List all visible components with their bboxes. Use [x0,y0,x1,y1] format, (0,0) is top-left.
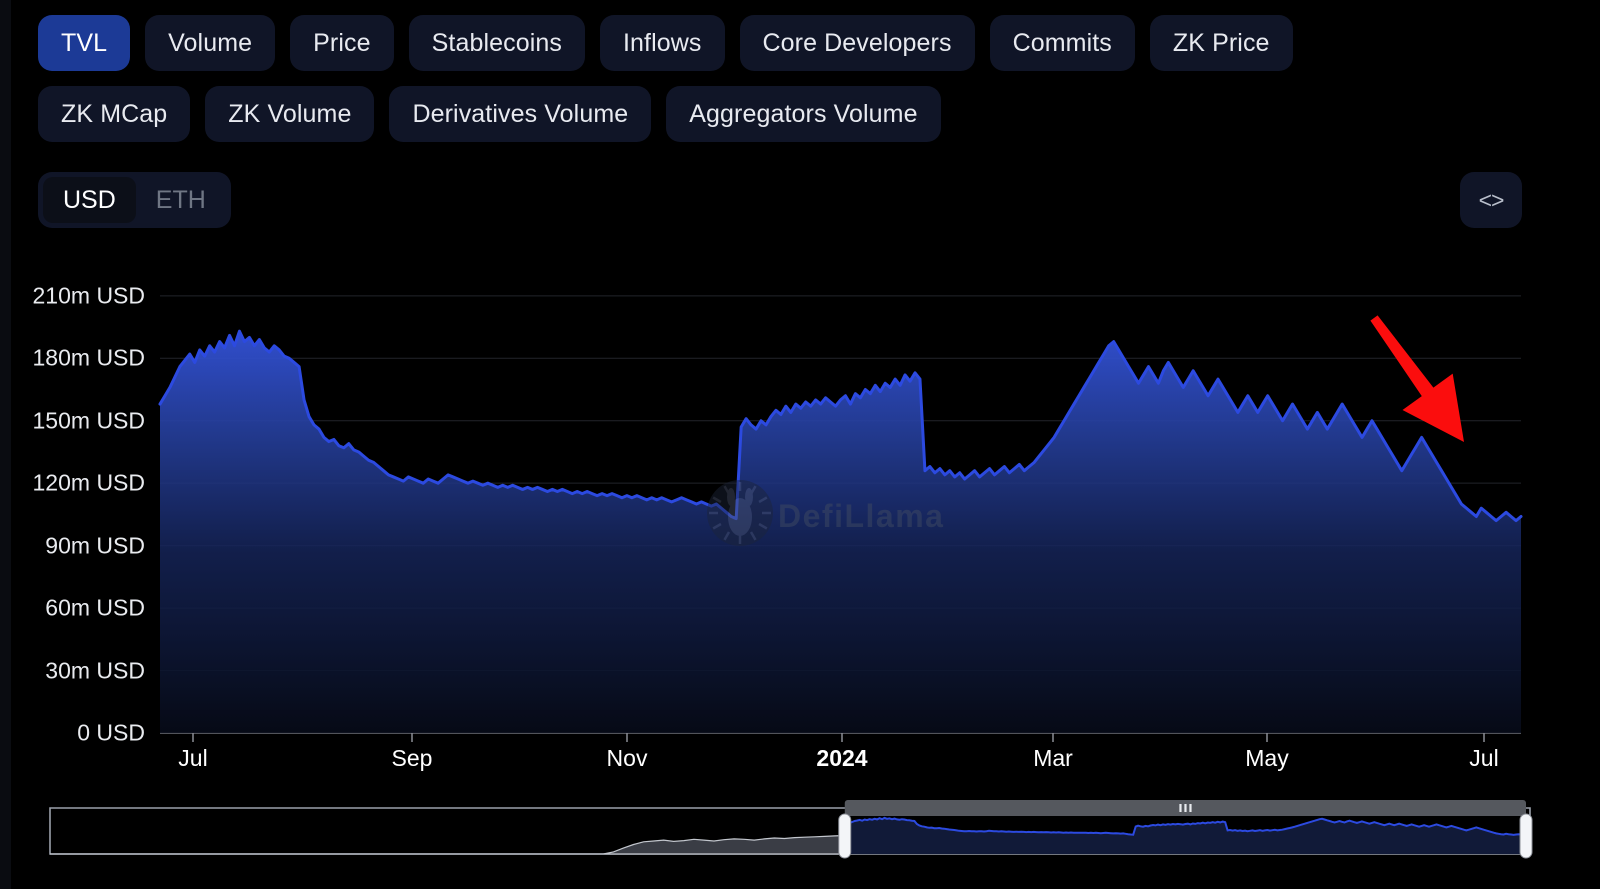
tab-zk-volume[interactable]: ZK Volume [205,86,374,142]
tab-zk-mcap[interactable]: ZK MCap [38,86,190,142]
tab-stablecoins[interactable]: Stablecoins [409,15,585,71]
tab-tvl[interactable]: TVL [38,15,130,71]
tab-zk-price[interactable]: ZK Price [1150,15,1293,71]
x-tick-label: May [1245,745,1288,772]
x-tick-label: Sep [392,745,433,772]
tab-inflows[interactable]: Inflows [600,15,725,71]
x-tick-label: Jul [178,745,207,772]
tab-commits[interactable]: Commits [990,15,1135,71]
right-gutter [1560,0,1600,889]
currency-option-usd[interactable]: USD [43,177,136,223]
tab-core-developers[interactable]: Core Developers [740,15,975,71]
embed-code-button[interactable]: <> [1460,172,1522,228]
tvl-chart[interactable]: 0 USD30m USD60m USD90m USD120m USD150m U… [0,255,1560,785]
x-tick-label: Mar [1033,745,1073,772]
x-tick-label: Nov [607,745,648,772]
brush-svg[interactable] [45,800,1535,860]
chart-plot-svg[interactable]: DefiLlama [0,255,1560,785]
tab-volume[interactable]: Volume [145,15,275,71]
tab-derivatives-volume[interactable]: Derivatives Volume [389,86,651,142]
red-arrow-annotation [1370,315,1464,442]
defillama-chart-page: TVL Volume Price Stablecoins Inflows Core Dev… [0,0,1600,889]
brush-handle-left[interactable] [839,814,851,858]
metric-tabs: TVL Volume Price Stablecoins Inflows Core Dev… [38,15,1458,142]
tab-aggregators-volume[interactable]: Aggregators Volume [666,86,940,142]
brush-handle-right[interactable] [1520,814,1532,858]
watermark-label: DefiLlama [778,498,944,534]
x-tick-label: Jul [1469,745,1498,772]
currency-option-eth[interactable]: ETH [136,177,226,223]
x-tick-label: 2024 [816,745,867,772]
currency-toggle[interactable]: USDETH [38,172,231,228]
tab-price[interactable]: Price [290,15,393,71]
code-brackets-icon: <> [1479,187,1504,214]
date-range-brush[interactable] [45,800,1535,855]
